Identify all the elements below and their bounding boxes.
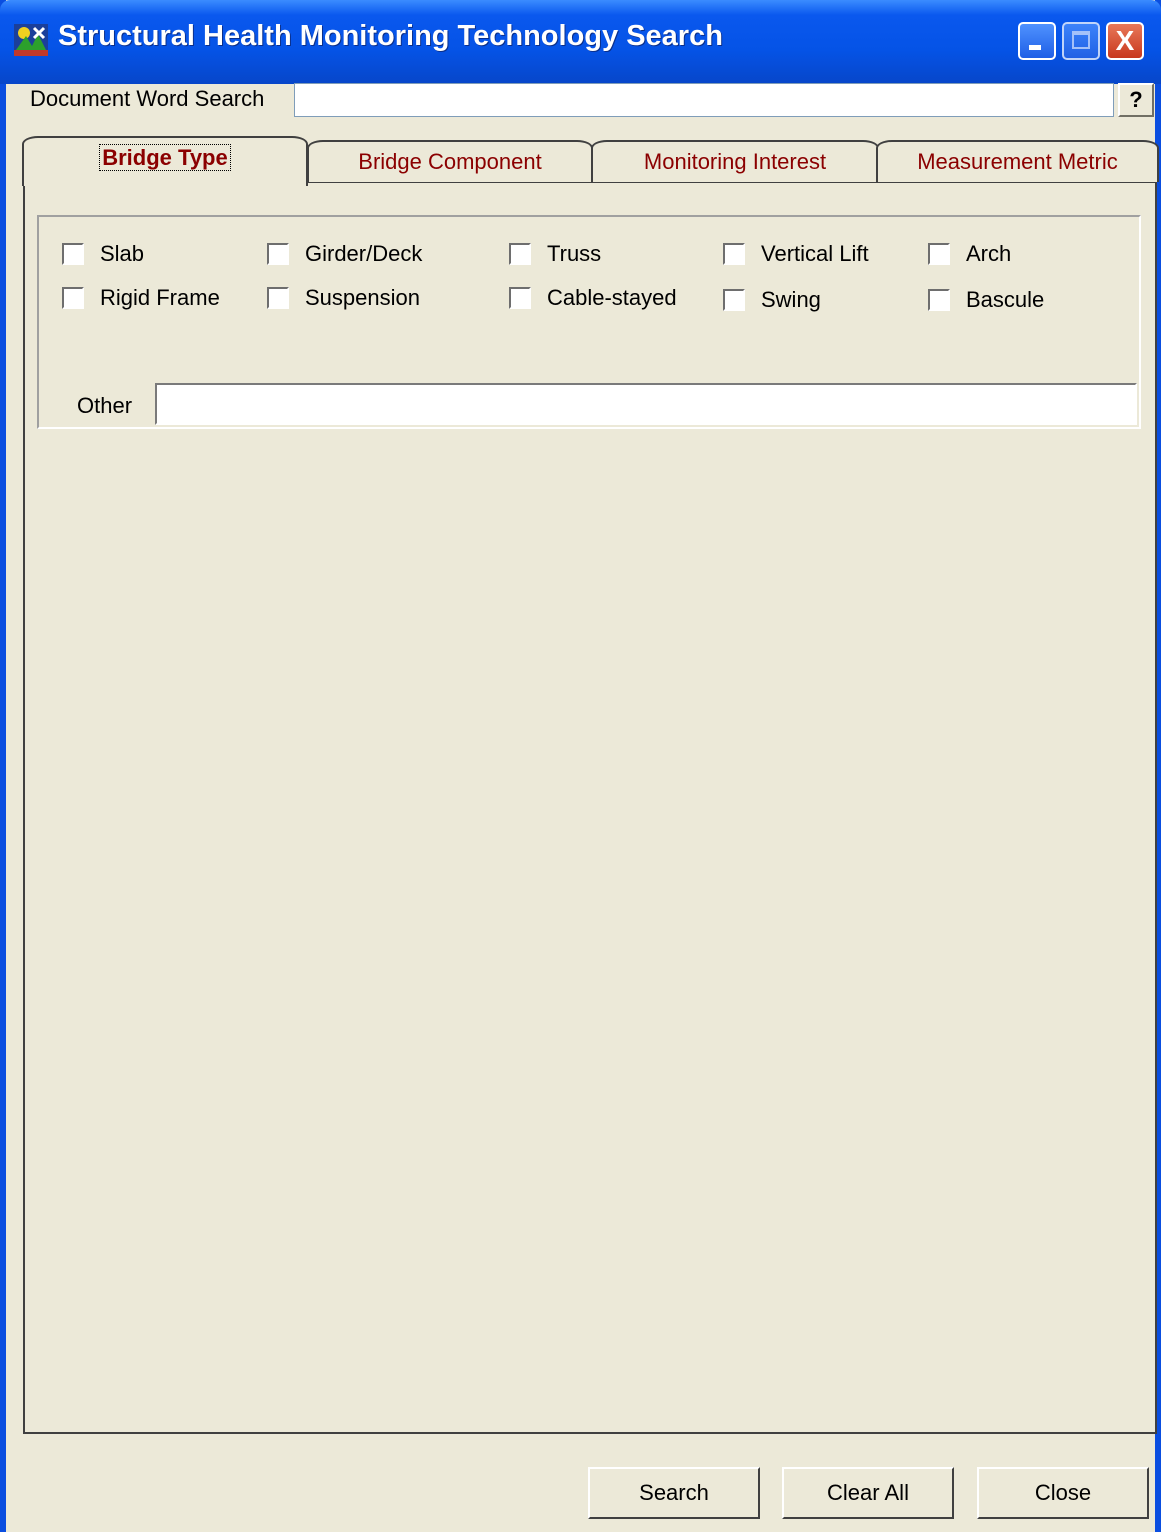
checkbox-label: Girder/Deck: [305, 241, 423, 266]
tab-measurement-metric[interactable]: Measurement Metric: [876, 140, 1159, 182]
bridge-type-panel: Slab Girder/Deck Truss Vertical Lift Arc…: [23, 182, 1157, 1434]
checkbox-swing[interactable]: Swing: [723, 287, 821, 313]
checkbox-arch[interactable]: Arch: [928, 241, 1011, 267]
document-word-search-input[interactable]: [294, 83, 1114, 117]
checkbox-vertical-lift[interactable]: Vertical Lift: [723, 241, 869, 267]
checkbox-label: Rigid Frame: [100, 285, 220, 310]
checkbox-bascule[interactable]: Bascule: [928, 287, 1044, 313]
close-button[interactable]: Close: [977, 1467, 1149, 1519]
checkbox-box[interactable]: [723, 243, 745, 265]
clear-all-button[interactable]: Clear All: [782, 1467, 954, 1519]
checkbox-box[interactable]: [723, 289, 745, 311]
checkbox-label: Truss: [547, 241, 602, 266]
tab-bridge-component[interactable]: Bridge Component: [307, 140, 593, 182]
checkbox-cable-stayed[interactable]: Cable-stayed: [509, 285, 677, 311]
checkbox-label: Vertical Lift: [761, 241, 869, 266]
help-button[interactable]: ?: [1118, 83, 1154, 117]
checkbox-box[interactable]: [509, 243, 531, 265]
checkbox-box[interactable]: [509, 287, 531, 309]
checkbox-box[interactable]: [928, 243, 950, 265]
checkbox-label: Arch: [966, 241, 1012, 266]
tab-monitoring-interest[interactable]: Monitoring Interest: [591, 140, 879, 182]
checkbox-rigid-frame[interactable]: Rigid Frame: [62, 285, 220, 311]
checkbox-label: Cable-stayed: [547, 285, 677, 310]
checkbox-girder-deck[interactable]: Girder/Deck: [267, 241, 422, 267]
other-label: Other: [77, 393, 133, 418]
minimize-icon[interactable]: [1018, 22, 1056, 60]
close-glyph: X: [1115, 25, 1135, 56]
checkbox-box[interactable]: [928, 289, 950, 311]
search-button[interactable]: Search: [588, 1467, 760, 1519]
checkbox-box[interactable]: [62, 243, 84, 265]
dialog-window: Structural Health Monitoring Technology …: [0, 0, 1161, 1532]
checkbox-label: Bascule: [966, 287, 1045, 312]
checkbox-box[interactable]: [267, 243, 289, 265]
maximize-icon[interactable]: [1062, 22, 1100, 60]
checkbox-box[interactable]: [267, 287, 289, 309]
checkbox-truss[interactable]: Truss: [509, 241, 601, 267]
checkbox-label: Suspension: [305, 285, 420, 310]
title-bar[interactable]: Structural Health Monitoring Technology …: [0, 0, 1161, 84]
window-title: Structural Health Monitoring Technology …: [58, 20, 723, 52]
checkbox-label: Slab: [100, 241, 145, 266]
checkbox-suspension[interactable]: Suspension: [267, 285, 420, 311]
tab-bridge-type-label: Bridge Type: [99, 144, 231, 171]
tab-bridge-type[interactable]: Bridge Type: [22, 136, 308, 186]
checkbox-box[interactable]: [62, 287, 84, 309]
checkbox-label: Swing: [761, 287, 821, 312]
bridge-type-group: Slab Girder/Deck Truss Vertical Lift Arc…: [37, 215, 1141, 429]
close-icon[interactable]: X: [1106, 22, 1144, 60]
bridge-app-icon: [14, 24, 48, 56]
document-word-search-label: Document Word Search: [30, 86, 265, 111]
other-input[interactable]: [155, 383, 1137, 425]
checkbox-slab[interactable]: Slab: [62, 241, 144, 267]
